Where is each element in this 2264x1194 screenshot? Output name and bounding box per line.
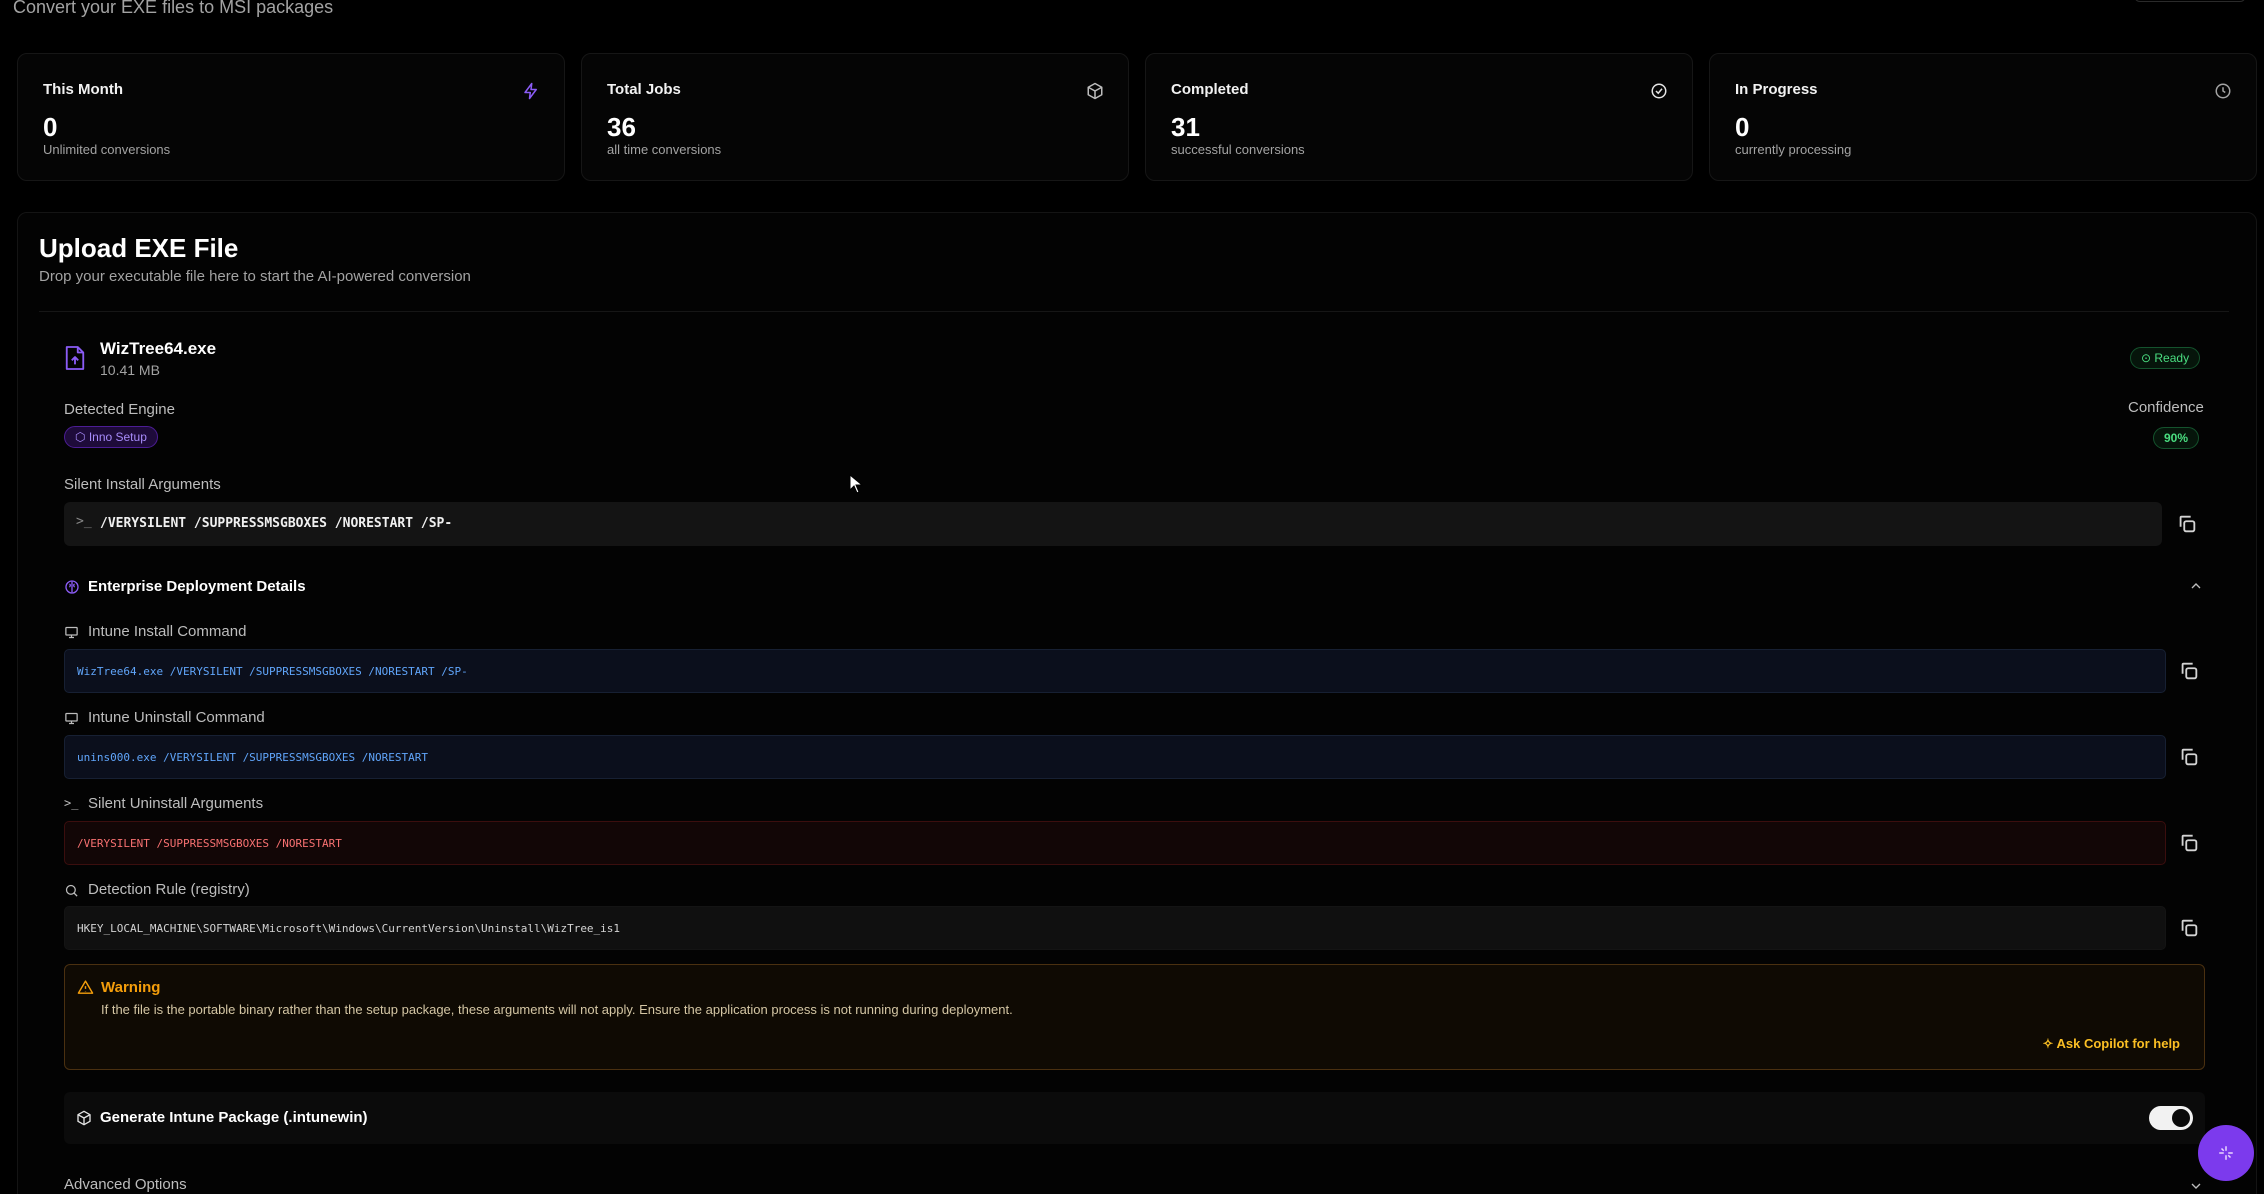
engine-name: Inno Setup [88, 430, 147, 444]
file-name: WizTree64.exe [100, 339, 217, 358]
stat-label: Total Jobs [607, 81, 681, 98]
terminal-icon: >_ [76, 514, 92, 529]
stat-label: This Month [43, 81, 123, 98]
check-circle-icon: ⊙ [2141, 351, 2155, 365]
brain-icon [65, 580, 79, 594]
stat-card-in-progress: In Progress 0 currently processing [1709, 53, 2257, 181]
ask-copilot-button[interactable]: ✧ Ask Copilot for help [2042, 1036, 2180, 1052]
chevron-up-icon[interactable] [2188, 578, 2204, 594]
stat-value: 31 [1171, 112, 1200, 142]
package-icon [1087, 82, 1103, 100]
header-action-button[interactable] [2134, 0, 2246, 2]
enterprise-section-title[interactable]: Enterprise Deployment Details [88, 578, 306, 595]
terminal-icon: >_ [64, 796, 79, 810]
silent-uninstall-label: Silent Uninstall Arguments [88, 795, 264, 812]
mouse-cursor-icon [849, 474, 863, 494]
stat-label: In Progress [1735, 81, 1818, 98]
detection-rule-field[interactable]: HKEY_LOCAL_MACHINE\SOFTWARE\Microsoft\Wi… [64, 906, 2166, 950]
detection-rule-label: Detection Rule (registry) [88, 881, 250, 898]
status-badge: ⊙ Ready [2130, 347, 2201, 369]
intune-install-label: Intune Install Command [88, 623, 247, 640]
copy-icon[interactable] [2178, 660, 2200, 682]
package-icon [77, 1110, 91, 1126]
stat-desc: all time conversions [607, 142, 722, 157]
alert-triangle-icon [77, 980, 94, 994]
copy-icon[interactable] [2176, 513, 2198, 535]
clock-icon [2215, 83, 2231, 99]
stat-value: 0 [1735, 112, 1750, 142]
silent-args-text: /VERYSILENT /SUPPRESSMSGBOXES /NORESTART… [100, 516, 453, 531]
generate-intune-label: Generate Intune Package (.intunewin) [100, 1109, 368, 1126]
warning-message: If the file is the portable binary rathe… [101, 1002, 1013, 1017]
stat-value: 36 [607, 112, 636, 142]
warning-box: Warning If the file is the portable bina… [64, 964, 2205, 1070]
page-subtitle: Convert your EXE files to MSI packages [13, 0, 334, 17]
silent-uninstall-field[interactable]: /VERYSILENT /SUPPRESSMSGBOXES /NORESTART [64, 821, 2166, 865]
silent-uninstall-value: /VERYSILENT /SUPPRESSMSGBOXES /NORESTART [77, 837, 342, 850]
stat-desc: currently processing [1735, 142, 1852, 157]
engine-badge: ⬡ Inno Setup [64, 426, 158, 448]
confidence-badge: 90% [2153, 427, 2200, 449]
copy-icon[interactable] [2178, 917, 2200, 939]
upload-subtitle: Drop your executable file here to start … [39, 268, 471, 285]
divider [39, 311, 2229, 312]
upload-title: Upload EXE File [39, 233, 239, 263]
copilot-fab-button[interactable] [2198, 1125, 2254, 1181]
monitor-icon [65, 626, 78, 639]
monitor-icon [65, 712, 78, 725]
intune-uninstall-value: unins000.exe /VERYSILENT /SUPPRESSMSGBOX… [77, 751, 428, 764]
chevron-down-icon[interactable] [2188, 1178, 2204, 1194]
stat-label: Completed [1171, 81, 1249, 98]
file-size: 10.41 MB [100, 362, 160, 378]
advanced-options-toggle[interactable]: Advanced Options [64, 1176, 187, 1193]
copy-icon[interactable] [2178, 832, 2200, 854]
file-upload-icon [65, 346, 85, 370]
sparkles-icon [2219, 1146, 2233, 1160]
stat-desc: successful conversions [1171, 142, 1305, 157]
stat-desc: Unlimited conversions [43, 142, 171, 157]
zap-icon [524, 82, 537, 100]
intune-install-field[interactable]: WizTree64.exe /VERYSILENT /SUPPRESSMSGBO… [64, 649, 2166, 693]
search-icon [65, 884, 78, 897]
engine-label: Detected Engine [64, 401, 175, 418]
silent-args-label: Silent Install Arguments [64, 476, 221, 493]
stat-value: 0 [43, 112, 58, 142]
copy-icon[interactable] [2178, 746, 2200, 768]
generate-intune-toggle[interactable] [2149, 1106, 2193, 1130]
sparkles-icon: ✧ [2042, 1036, 2057, 1051]
box-icon: ⬡ [75, 430, 89, 444]
generate-intune-row: Generate Intune Package (.intunewin) [64, 1092, 2205, 1144]
ask-copilot-label: Ask Copilot for help [2056, 1036, 2181, 1051]
confidence-label: Confidence [2128, 399, 2204, 416]
intune-uninstall-label: Intune Uninstall Command [88, 709, 265, 726]
status-text: Ready [2154, 351, 2190, 365]
intune-uninstall-field[interactable]: unins000.exe /VERYSILENT /SUPPRESSMSGBOX… [64, 735, 2166, 779]
check-circle-icon [1651, 83, 1667, 99]
warning-title: Warning [101, 979, 161, 996]
detection-rule-value: HKEY_LOCAL_MACHINE\SOFTWARE\Microsoft\Wi… [77, 922, 621, 935]
stat-card-completed: Completed 31 successful conversions [1145, 53, 1693, 181]
toggle-knob [2172, 1109, 2190, 1127]
silent-args-box[interactable]: >_ /VERYSILENT /SUPPRESSMSGBOXES /NOREST… [64, 502, 2162, 546]
stat-card-this-month: This Month 0 Unlimited conversions [17, 53, 565, 181]
stat-card-total-jobs: Total Jobs 36 all time conversions [581, 53, 1129, 181]
intune-install-value: WizTree64.exe /VERYSILENT /SUPPRESSMSGBO… [77, 665, 468, 678]
